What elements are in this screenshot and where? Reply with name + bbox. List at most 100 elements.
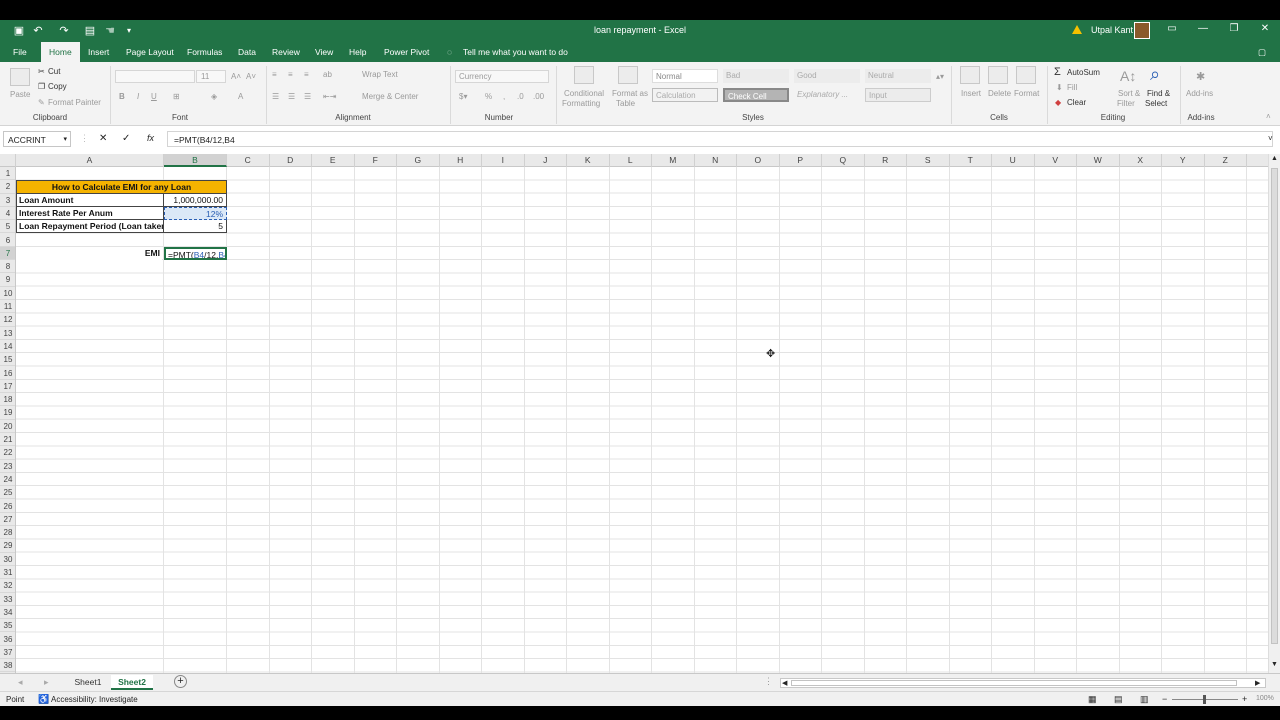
top-align-icon[interactable]: ≡ bbox=[272, 70, 277, 79]
wrap-text-button[interactable]: Wrap Text bbox=[362, 70, 398, 79]
tab-page-layout[interactable]: Page Layout bbox=[126, 47, 174, 57]
bold-button[interactable]: B bbox=[119, 92, 125, 101]
collapse-ribbon-icon[interactable]: ˄ bbox=[1266, 112, 1271, 121]
merge-center-button[interactable]: Merge & Center bbox=[362, 92, 418, 101]
column-header[interactable]: R bbox=[865, 154, 907, 167]
row-header[interactable]: 11 bbox=[0, 300, 15, 314]
tab-formulas[interactable]: Formulas bbox=[187, 47, 222, 57]
cell-a7[interactable]: EMI bbox=[16, 246, 162, 261]
page-layout-view-icon[interactable]: ▤ bbox=[1114, 694, 1123, 705]
row-header[interactable]: 12 bbox=[0, 313, 15, 327]
cell-b5[interactable]: 5 bbox=[164, 220, 227, 234]
column-header[interactable]: E bbox=[312, 154, 355, 167]
column-header[interactable]: H bbox=[440, 154, 482, 167]
prev-sheet-icon[interactable]: ◂ bbox=[18, 677, 23, 688]
column-header[interactable]: K bbox=[567, 154, 610, 167]
scroll-left-icon[interactable]: ◀ bbox=[782, 679, 787, 687]
format-as-table-button[interactable]: Format as bbox=[612, 89, 648, 98]
tab-data[interactable]: Data bbox=[238, 47, 256, 57]
row-header[interactable]: 14 bbox=[0, 340, 15, 354]
row-header[interactable]: 25 bbox=[0, 486, 15, 500]
row-header[interactable]: 30 bbox=[0, 553, 15, 566]
enter-icon[interactable]: ✓ bbox=[122, 133, 130, 144]
conditional-formatting-button[interactable]: Conditional bbox=[564, 89, 604, 98]
fill-color-icon[interactable]: ◈ bbox=[211, 92, 217, 101]
row-header[interactable]: 24 bbox=[0, 473, 15, 487]
column-header[interactable]: A bbox=[16, 154, 164, 167]
italic-button[interactable]: I bbox=[137, 92, 139, 101]
style-good[interactable]: Good bbox=[794, 69, 860, 83]
column-header[interactable]: W bbox=[1077, 154, 1120, 167]
row-header[interactable]: 1 bbox=[0, 167, 15, 181]
row-header[interactable]: 18 bbox=[0, 393, 15, 407]
cell-a3[interactable]: Loan Amount bbox=[16, 193, 164, 207]
name-box[interactable]: ACCRINT ▾ bbox=[3, 131, 71, 147]
find-select-button[interactable]: Find & bbox=[1147, 89, 1170, 98]
accounting-icon[interactable]: $▾ bbox=[459, 92, 467, 101]
row-header[interactable]: 34 bbox=[0, 606, 15, 620]
row-header[interactable]: 31 bbox=[0, 566, 15, 580]
paste-icon[interactable] bbox=[10, 68, 30, 86]
style-explanatory[interactable]: Explanatory ... bbox=[794, 88, 860, 102]
name-box-dropdown-icon[interactable]: ▾ bbox=[63, 135, 67, 143]
percent-button[interactable]: % bbox=[485, 92, 492, 101]
row-header[interactable]: 15 bbox=[0, 353, 15, 367]
page-break-view-icon[interactable]: ▥ bbox=[1140, 694, 1149, 705]
restore-icon[interactable]: ❐ bbox=[1224, 23, 1244, 34]
row-header[interactable]: 22 bbox=[0, 446, 15, 460]
cancel-icon[interactable]: ✕ bbox=[99, 133, 107, 144]
tab-file[interactable]: File bbox=[13, 47, 27, 57]
column-header[interactable]: J bbox=[525, 154, 567, 167]
font-size-combo[interactable]: 11 bbox=[196, 70, 226, 83]
row-header[interactable]: 3 bbox=[0, 194, 15, 207]
font-name-combo[interactable] bbox=[115, 70, 195, 83]
zoom-out-icon[interactable]: − bbox=[1162, 694, 1167, 704]
scroll-up-icon[interactable]: ▲ bbox=[1271, 155, 1278, 162]
row-header[interactable]: 19 bbox=[0, 406, 15, 420]
minimize-icon[interactable]: — bbox=[1193, 23, 1213, 34]
insert-cells-button[interactable]: Insert bbox=[961, 89, 981, 98]
column-header[interactable]: V bbox=[1035, 154, 1077, 167]
grow-font-icon[interactable]: A˄ bbox=[231, 72, 241, 81]
row-header[interactable]: 4 bbox=[0, 207, 15, 221]
tab-insert[interactable]: Insert bbox=[88, 47, 109, 57]
tab-split-icon[interactable]: ⋮ bbox=[764, 676, 773, 687]
row-header[interactable]: 16 bbox=[0, 367, 15, 380]
align-left-icon[interactable]: ☰ bbox=[272, 92, 279, 101]
style-check-cell[interactable]: Check Cell bbox=[723, 88, 789, 102]
accessibility-status[interactable]: Accessibility: Investigate bbox=[51, 695, 138, 704]
row-header[interactable]: 13 bbox=[0, 327, 15, 340]
close-icon[interactable]: ✕ bbox=[1255, 23, 1275, 34]
delete-cells-button[interactable]: Delete bbox=[988, 89, 1011, 98]
tab-view[interactable]: View bbox=[315, 47, 333, 57]
sort-filter-button[interactable]: Sort & bbox=[1118, 89, 1140, 98]
column-header[interactable]: D bbox=[270, 154, 312, 167]
row-header[interactable]: 7 bbox=[0, 246, 15, 261]
style-bad[interactable]: Bad bbox=[723, 69, 789, 83]
format-painter-button[interactable]: Format Painter bbox=[48, 98, 101, 107]
user-name[interactable]: Utpal Kant bbox=[1091, 25, 1133, 35]
format-cells-button[interactable]: Format bbox=[1014, 89, 1039, 98]
zoom-in-icon[interactable]: + bbox=[1242, 694, 1247, 704]
row-header[interactable]: 27 bbox=[0, 513, 15, 527]
column-header[interactable]: P bbox=[780, 154, 822, 167]
copy-button[interactable]: Copy bbox=[48, 82, 67, 91]
cell-b3[interactable]: 1,000,000.00 bbox=[164, 193, 227, 207]
styles-scroll-icon[interactable]: ▴▾ bbox=[936, 72, 944, 81]
column-header[interactable]: Q bbox=[822, 154, 865, 167]
vertical-scrollbar[interactable]: ▲ ▼ bbox=[1268, 154, 1280, 673]
tab-help[interactable]: Help bbox=[349, 47, 366, 57]
column-header[interactable]: F bbox=[355, 154, 397, 167]
row-header[interactable]: 9 bbox=[0, 273, 15, 287]
tab-power-pivot[interactable]: Power Pivot bbox=[384, 47, 429, 57]
cell-a5[interactable]: Loan Repayment Period (Loan taken bbox=[16, 220, 164, 234]
row-header[interactable]: 17 bbox=[0, 380, 15, 394]
border-icon[interactable]: ⊞ bbox=[173, 92, 180, 101]
tab-review[interactable]: Review bbox=[272, 47, 300, 57]
column-header[interactable]: M bbox=[652, 154, 695, 167]
addins-button[interactable]: Add-ins bbox=[1186, 89, 1213, 98]
column-header[interactable]: G bbox=[397, 154, 440, 167]
font-color-button[interactable]: A bbox=[238, 92, 243, 101]
select-all-corner[interactable] bbox=[0, 154, 16, 167]
row-header[interactable]: 35 bbox=[0, 619, 15, 633]
